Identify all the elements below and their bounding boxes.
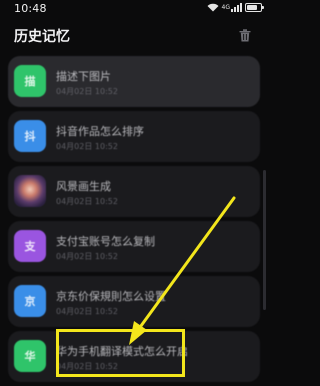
history-item-title: 描述下图片	[56, 70, 111, 83]
trash-icon	[239, 27, 251, 46]
history-item-icon: 抖	[14, 120, 46, 152]
scrollbar[interactable]	[263, 170, 266, 310]
history-item-time: 04月02日 10:52	[56, 87, 118, 96]
history-item[interactable]: 支支付宝账号怎么复制 04月02日 10:52	[8, 221, 260, 272]
history-item-title: 华为手机翻译模式怎么开启	[56, 345, 188, 358]
history-item[interactable]: 京京东价保規則怎么设置 04月02日 10:52	[8, 276, 260, 327]
history-item[interactable]: 描描述下图片 04月02日 10:52	[8, 56, 260, 107]
history-item-title: 风景画生成	[56, 180, 111, 193]
signal-icon	[231, 3, 242, 12]
battery-level	[247, 5, 258, 10]
history-item[interactable]: 华华为手机翻译模式怎么开启 04月02日 10:52	[8, 331, 260, 382]
history-item-time: 04月02日 10:52	[56, 252, 118, 261]
history-list: 描描述下图片 04月02日 10:52 抖抖音作品怎么排序 04月02日 10:52 风…	[8, 56, 260, 386]
history-item-icon: 京	[14, 285, 46, 317]
history-item[interactable]: 风景画生成 04月02日 10:52	[8, 166, 260, 217]
history-item-time: 04月02日 10:52	[56, 362, 118, 371]
history-item-title: 京东价保規則怎么设置	[56, 290, 166, 303]
status-icons: 4G	[207, 3, 264, 12]
header: 历史记忆	[0, 22, 270, 50]
wifi-icon	[207, 3, 219, 12]
status-bar: 10:48 4G	[0, 0, 270, 18]
page-title: 历史记忆	[14, 29, 70, 45]
history-item-icon: 描	[14, 65, 46, 97]
history-item[interactable]: 抖抖音作品怎么排序 04月02日 10:52	[8, 111, 260, 162]
network-label: 4G	[221, 4, 230, 11]
history-item-icon: 华	[14, 340, 46, 372]
history-item-title: 抖音作品怎么排序	[56, 125, 144, 138]
history-item-time: 04月02日 10:52	[56, 142, 118, 151]
history-item-time: 04月02日 10:52	[56, 197, 118, 206]
status-time: 10:48	[14, 2, 47, 15]
history-item-time: 04月02日 10:52	[56, 307, 118, 316]
history-item-icon: 支	[14, 230, 46, 262]
history-item-title: 支付宝账号怎么复制	[56, 235, 155, 248]
trash-button[interactable]	[236, 27, 254, 45]
landscape-thumbnail	[14, 175, 46, 207]
battery-icon	[245, 3, 264, 12]
